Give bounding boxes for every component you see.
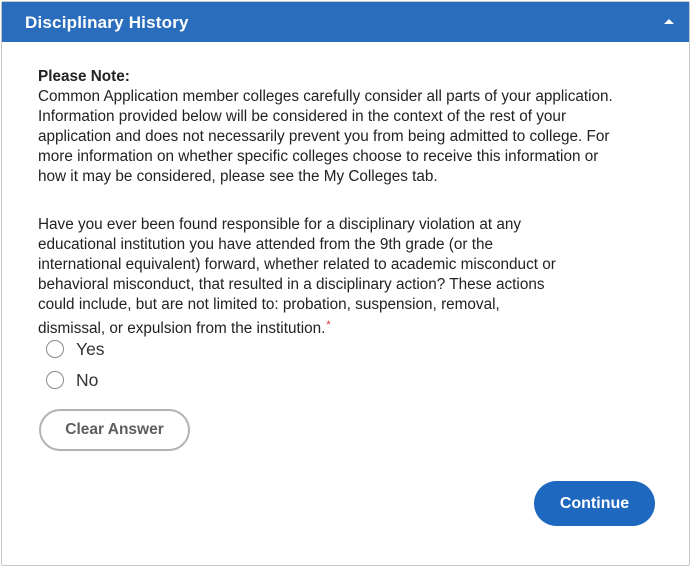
panel-header[interactable]: Disciplinary History (2, 2, 689, 42)
question-line: educational institution you have attende… (38, 236, 493, 253)
note-title: Please Note: (38, 68, 130, 85)
question-line: dismissal, or expulsion from the institu… (38, 320, 326, 337)
note-line: more information on whether specific col… (38, 148, 599, 165)
chevron-up-icon[interactable] (663, 17, 675, 27)
note-section: Please Note: Common Application member c… (38, 67, 658, 187)
note-line: Common Application member colleges caref… (38, 88, 613, 105)
continue-button[interactable]: Continue (534, 481, 655, 526)
radio-yes[interactable]: Yes (46, 338, 105, 360)
disciplinary-question: Have you ever been found responsible for… (38, 215, 598, 339)
note-line: application and does not necessarily pre… (38, 128, 610, 145)
radio-button[interactable] (46, 340, 64, 358)
radio-button[interactable] (46, 371, 64, 389)
question-line: behavioral misconduct, that resulted in … (38, 276, 545, 293)
question-last-line: dismissal, or expulsion from the institu… (38, 315, 598, 339)
note-line: Information provided below will be consi… (38, 108, 567, 125)
radio-no[interactable]: No (46, 369, 98, 391)
question-line: could include, but are not limited to: p… (38, 296, 500, 313)
panel-title: Disciplinary History (25, 13, 189, 32)
question-line: international equivalent) forward, wheth… (38, 256, 556, 273)
question-line: Have you ever been found responsible for… (38, 216, 521, 233)
radio-label-no: No (76, 369, 99, 390)
disciplinary-history-panel: Disciplinary History Please Note: Common… (1, 1, 690, 566)
required-marker: * (326, 319, 331, 331)
note-line: how it may be considered, please see the… (38, 168, 438, 185)
clear-answer-button[interactable]: Clear Answer (39, 409, 190, 451)
radio-label-yes: Yes (76, 338, 105, 359)
